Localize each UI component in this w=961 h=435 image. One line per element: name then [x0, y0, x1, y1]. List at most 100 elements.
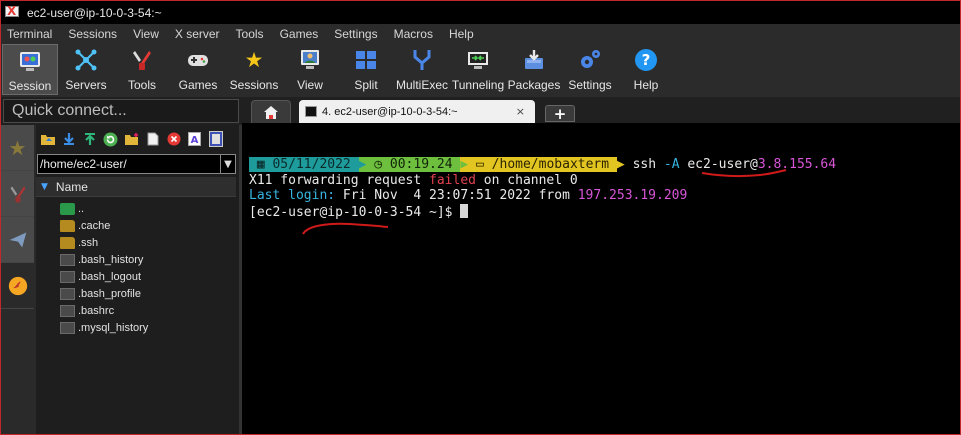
- prompt-arrow: ▶: [616, 157, 625, 172]
- sessions-button[interactable]: ★ Sessions: [226, 44, 282, 95]
- sftp-file-browser: A /home/ec2-user/ ▼ ▼ Name .. .cache .ss…: [36, 125, 239, 434]
- list-item[interactable]: .ssh: [36, 234, 236, 251]
- games-button[interactable]: Games: [170, 44, 226, 95]
- tools-icon: [129, 47, 155, 73]
- menu-terminal[interactable]: Terminal: [5, 27, 54, 41]
- list-item[interactable]: .mysql_history: [36, 319, 236, 336]
- home-icon: [264, 105, 278, 119]
- list-item[interactable]: .bashrc: [36, 302, 236, 319]
- svg-text:?: ?: [642, 51, 651, 69]
- refresh-icon[interactable]: [101, 130, 120, 149]
- upload-icon[interactable]: [80, 130, 99, 149]
- menu-view[interactable]: View: [131, 27, 161, 41]
- sidebar-tabs: ★: [1, 125, 36, 434]
- split-icon: [353, 47, 379, 73]
- terminal-cursor: [460, 204, 469, 218]
- terminal-icon: [305, 106, 317, 117]
- list-item[interactable]: .bash_history: [36, 251, 236, 268]
- title-bar: X ec2-user@ip-10-0-3-54:~: [1, 1, 960, 24]
- file-icon: [60, 287, 75, 300]
- parent-folder-icon[interactable]: [38, 130, 57, 149]
- paper-plane-icon: [9, 232, 26, 247]
- menu-settings[interactable]: Settings: [332, 27, 379, 41]
- gamepad-icon: [185, 47, 211, 73]
- list-item[interactable]: .cache: [36, 217, 236, 234]
- annotation-underline-host: [302, 222, 389, 235]
- menu-bar: Terminal Sessions View X server Tools Ga…: [1, 24, 960, 44]
- folder-icon: [60, 219, 75, 232]
- list-item[interactable]: .bash_profile: [36, 285, 236, 302]
- gears-icon: [577, 47, 603, 73]
- tab-label: 4. ec2-user@ip-10-0-3-54:~: [322, 105, 458, 118]
- settings-button[interactable]: Settings: [562, 44, 618, 95]
- list-item[interactable]: .bash_logout: [36, 268, 236, 285]
- packages-button[interactable]: Packages: [506, 44, 562, 95]
- menu-x-server[interactable]: X server: [173, 27, 222, 41]
- star-icon: ★: [8, 135, 27, 160]
- terminal-pane[interactable]: ▦ 05/11/2022 ▶ ◷ 00:19.24 ▶ ▭ /home/moba…: [242, 123, 960, 434]
- multiexec-button[interactable]: MultiExec: [394, 44, 450, 95]
- menu-macros[interactable]: Macros: [392, 27, 435, 41]
- path-bar: /home/ec2-user/ ▼: [37, 154, 236, 174]
- tab-terminal-session[interactable]: 4. ec2-user@ip-10-0-3-54:~ ×: [299, 100, 535, 123]
- window-title: ec2-user@ip-10-0-3-54:~: [27, 5, 162, 20]
- sidebar-tab-sftp[interactable]: [1, 263, 34, 309]
- star-icon: ★: [244, 48, 264, 72]
- remote-prompt-line: [ec2-user@ip-10-0-3-54 ~]$: [249, 204, 469, 220]
- home-tab[interactable]: [251, 100, 291, 123]
- new-file-icon[interactable]: [143, 130, 162, 149]
- mobaxterm-app-icon: X: [5, 5, 21, 21]
- menu-tools[interactable]: Tools: [234, 27, 266, 41]
- list-item[interactable]: ..: [36, 200, 236, 217]
- split-button[interactable]: Split: [338, 44, 394, 95]
- clock-icon: ◷: [374, 157, 383, 172]
- tunneling-button[interactable]: Tunneling: [450, 44, 506, 95]
- servers-icon: [73, 47, 99, 73]
- prompt-arrow: ▶: [460, 157, 469, 172]
- file-icon: [60, 253, 75, 266]
- last-login-line: Last login: Fri Nov 4 23:07:51 2022 from…: [249, 188, 688, 203]
- menu-sessions[interactable]: Sessions: [66, 27, 119, 41]
- tools-icon: [10, 186, 25, 202]
- prompt-date-segment: ▦ 05/11/2022: [249, 157, 359, 172]
- view-icon: [297, 47, 323, 73]
- multiexec-icon: [409, 47, 435, 73]
- file-icon: [60, 270, 75, 283]
- file-list: .. .cache .ssh .bash_history .bash_logou…: [36, 200, 236, 336]
- path-dropdown-chevron-icon[interactable]: ▼: [221, 154, 236, 174]
- sidebar-tab-tools[interactable]: [1, 171, 34, 217]
- parent-dir-icon: [60, 202, 75, 215]
- main-toolbar: Session Servers Tools Games ★ Sessions V…: [1, 44, 960, 97]
- servers-button[interactable]: Servers: [58, 44, 114, 95]
- delete-icon[interactable]: [164, 130, 183, 149]
- view-button[interactable]: View: [282, 44, 338, 95]
- quick-connect[interactable]: [3, 99, 239, 123]
- tab-bar: 4. ec2-user@ip-10-0-3-54:~ × +: [241, 99, 960, 123]
- ssh-command: ssh: [632, 157, 657, 172]
- name-column-header[interactable]: ▼ Name: [36, 177, 236, 197]
- svg-text:A: A: [191, 135, 199, 146]
- session-icon: [17, 48, 43, 74]
- text-file-icon[interactable]: A: [185, 130, 204, 149]
- tab-close-icon[interactable]: ×: [516, 105, 525, 118]
- sidebar-tab-macros[interactable]: [1, 217, 34, 263]
- download-icon[interactable]: [59, 130, 78, 149]
- tunneling-icon: [465, 47, 491, 73]
- menu-help[interactable]: Help: [447, 27, 476, 41]
- help-button[interactable]: ? Help: [618, 44, 674, 95]
- tools-button[interactable]: Tools: [114, 44, 170, 95]
- session-button[interactable]: Session: [2, 44, 58, 95]
- new-folder-icon[interactable]: [122, 130, 141, 149]
- sftp-icon: [8, 276, 27, 295]
- menu-games[interactable]: Games: [278, 27, 321, 41]
- sidebar-tab-sessions[interactable]: ★: [1, 125, 34, 171]
- follow-terminal-icon[interactable]: [206, 130, 225, 149]
- mobaxterm-window: X ec2-user@ip-10-0-3-54:~ Terminal Sessi…: [0, 0, 961, 435]
- folder-icon: ▭: [476, 157, 484, 172]
- ssh-flag: -A: [663, 157, 680, 172]
- quick-connect-input[interactable]: [4, 100, 238, 122]
- file-icon: [60, 304, 75, 317]
- new-tab-button[interactable]: +: [545, 105, 575, 123]
- help-icon: ?: [633, 47, 659, 73]
- path-input[interactable]: /home/ec2-user/: [37, 154, 221, 174]
